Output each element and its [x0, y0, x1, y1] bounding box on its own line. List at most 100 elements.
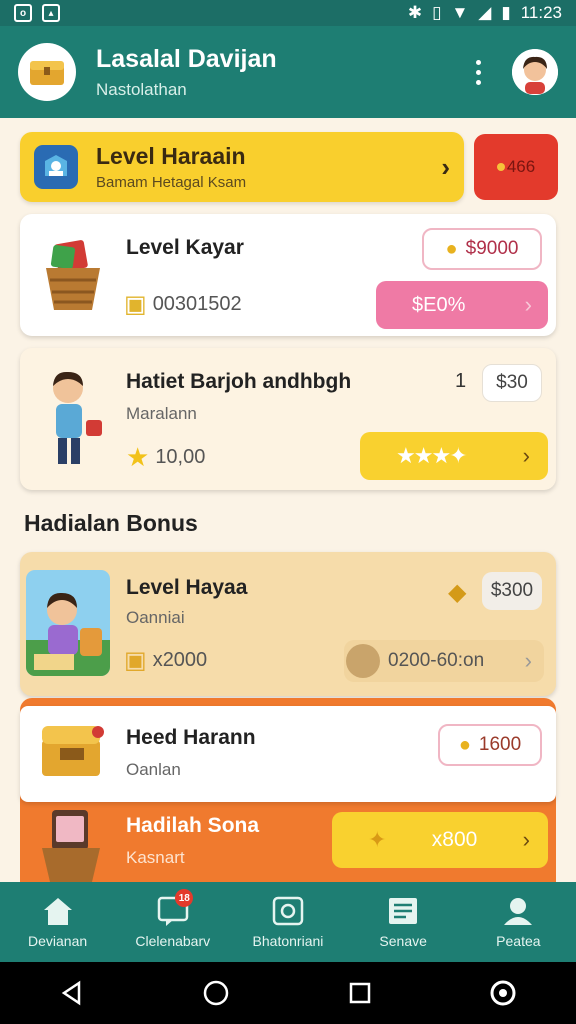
- card-1-price-text: $9000: [465, 238, 519, 259]
- wifi-icon: ▼: [451, 3, 469, 22]
- bonus-card-1-price[interactable]: $300: [482, 572, 542, 610]
- bonus-card-1-image: [26, 570, 110, 676]
- card-2-rating: ★ 10,00: [126, 442, 205, 473]
- gift-icon: ▣: [124, 291, 147, 318]
- app-bar: Lasalal Davijan Nastolathan: [0, 26, 576, 118]
- more-options-icon[interactable]: [466, 52, 490, 92]
- bonus-card-1-subtitle: Oanniai: [126, 608, 185, 627]
- bonus-card-1-timer[interactable]: 0200-60:on ›: [344, 640, 544, 682]
- chevron-right-icon: ›: [522, 827, 530, 852]
- bonus-card-2-subtitle: Oanlan: [126, 760, 181, 779]
- notification-icon: o: [14, 4, 32, 22]
- basket-icon: [46, 240, 100, 310]
- profile-icon: [504, 898, 533, 925]
- reward-card-1[interactable]: Level Kayar ▣ 00301502 ● $9000 $E0% ›: [20, 214, 556, 336]
- treasure-chest-icon: [42, 726, 104, 776]
- star-rating-icon: ★★★✦: [396, 443, 468, 468]
- nav-label: Peatea: [496, 933, 541, 949]
- card-2-quantity: 1: [455, 370, 467, 392]
- bonus-card-1-title: Level Hayaa: [126, 576, 248, 599]
- gift-icon: ✦: [368, 827, 387, 852]
- bonus-card-2-title: Heed Harann: [126, 726, 256, 749]
- gift-icon: ▣: [124, 647, 147, 674]
- coin-dot-icon: [496, 163, 505, 171]
- bonus-card-1-price-text: $300: [490, 580, 534, 601]
- nav-item-chat[interactable]: 18 Clelenabarv: [115, 889, 230, 949]
- home-circle-icon[interactable]: [202, 979, 230, 1007]
- app-subtitle: Nastolathan: [96, 79, 187, 99]
- back-icon[interactable]: [59, 980, 85, 1006]
- system-navigation-bar: [0, 962, 576, 1024]
- level-red-badge[interactable]: 466: [474, 134, 558, 200]
- home-icon: [43, 898, 72, 925]
- tag-icon: ◆: [448, 579, 467, 606]
- card-1-button-text: $E0%: [412, 293, 466, 316]
- boy-character-icon: [53, 371, 102, 464]
- level-user-icon: [34, 145, 78, 189]
- bonus-card-3-button[interactable]: ✦ x800 ›: [332, 812, 548, 868]
- nav-label: Devianan: [28, 933, 88, 949]
- signal-icon: ◢: [478, 3, 492, 22]
- app-logo[interactable]: [18, 43, 76, 101]
- status-bar: o ▴ ✱ ▯ ▼ ◢ ▮ 11:23: [0, 0, 576, 26]
- reward-card-2[interactable]: Hatiet Barjoh andhbgh Maralann 1 $30 ★ 1…: [20, 348, 556, 490]
- chevron-right-icon: ›: [524, 292, 532, 317]
- card-1-price[interactable]: ● $9000: [422, 228, 542, 270]
- main-content: Level Haraain Bamam Hetagal Ksam › 466 L…: [0, 118, 576, 882]
- bonus-card-3-subtitle: Kasnart: [126, 848, 185, 867]
- app-title: Lasalal Davijan: [96, 44, 277, 73]
- nav-item-profile[interactable]: Peatea: [461, 895, 576, 949]
- bonus-card-2-price-text: 1600: [478, 734, 522, 755]
- user-avatar[interactable]: [512, 49, 558, 95]
- treasure-chest-icon: [30, 61, 64, 85]
- list-icon: [389, 898, 418, 924]
- bonus-card-3-price: x800: [431, 828, 478, 851]
- assistant-icon[interactable]: [489, 979, 517, 1007]
- photo-icon: ▴: [42, 4, 60, 22]
- bonus-card-2[interactable]: Heed Harann Oanlan ● 1600: [20, 706, 556, 802]
- chevron-right-icon: ›: [522, 443, 530, 468]
- bluetooth-icon: ✱: [407, 3, 423, 22]
- card-1-stat: ▣ 00301502: [124, 290, 242, 319]
- card-2-subtitle: Maralann: [126, 404, 197, 423]
- chevron-right-icon: ›: [524, 648, 532, 673]
- card-1-claim-button[interactable]: $E0% ›: [376, 281, 548, 329]
- card-2-price-text: $30: [496, 372, 528, 393]
- coin-icon: ●: [458, 733, 471, 756]
- red-badge-text: 466: [506, 157, 536, 176]
- bottom-navigation: Devianan 18 Clelenabarv Bhatonriani Sena…: [0, 882, 576, 962]
- nav-label: Clelenabarv: [135, 933, 211, 949]
- nav-notification-badge: 18: [175, 889, 194, 907]
- chevron-right-icon: ›: [441, 151, 450, 182]
- bonus-card-1[interactable]: Level Hayaa Oanniai ▣ x2000 ◆ $300 0200-…: [20, 552, 556, 696]
- level-banner[interactable]: Level Haraain Bamam Hetagal Ksam ›: [20, 132, 464, 202]
- level-banner-title: Level Haraain: [96, 143, 246, 169]
- shopping-basket-icon: [42, 810, 100, 882]
- battery-icon: ▮: [501, 3, 511, 22]
- bonus-card-1-stat: ▣ x2000: [124, 646, 207, 675]
- bonus-card-2-price[interactable]: ● 1600: [438, 724, 542, 766]
- nav-item-store[interactable]: Bhatonriani: [230, 895, 345, 949]
- recents-icon[interactable]: [348, 981, 372, 1005]
- card-2-stars-button[interactable]: ★★★✦ ›: [360, 432, 548, 480]
- card-1-count: 00301502: [152, 293, 242, 315]
- card-2-rating-text: 10,00: [155, 446, 206, 468]
- store-icon: [272, 896, 304, 926]
- level-banner-subtitle: Bamam Hetagal Ksam: [96, 174, 247, 191]
- clock-coin-icon: [346, 644, 380, 678]
- nav-item-list[interactable]: Senave: [346, 895, 461, 949]
- vibrate-icon: ▯: [432, 3, 442, 22]
- bonus-card-1-count: x2000: [152, 649, 208, 671]
- coin-icon: ●: [445, 237, 458, 260]
- bonus-card-1-time: 0200-60:on: [388, 650, 485, 671]
- section-heading: Hadialan Bonus: [24, 510, 198, 536]
- card-1-title: Level Kayar: [126, 236, 244, 259]
- bonus-card-3[interactable]: Hadilah Sona Kasnart ✦ x800 ›: [20, 802, 556, 882]
- nav-label: Senave: [379, 933, 427, 949]
- bonus-card-3-title: Hadilah Sona: [126, 814, 260, 837]
- card-2-title: Hatiet Barjoh andhbgh: [126, 370, 352, 393]
- nav-label: Bhatonriani: [252, 933, 324, 949]
- card-2-price[interactable]: $30: [482, 364, 542, 402]
- nav-item-home[interactable]: Devianan: [0, 895, 115, 949]
- star-icon: ★: [126, 442, 150, 472]
